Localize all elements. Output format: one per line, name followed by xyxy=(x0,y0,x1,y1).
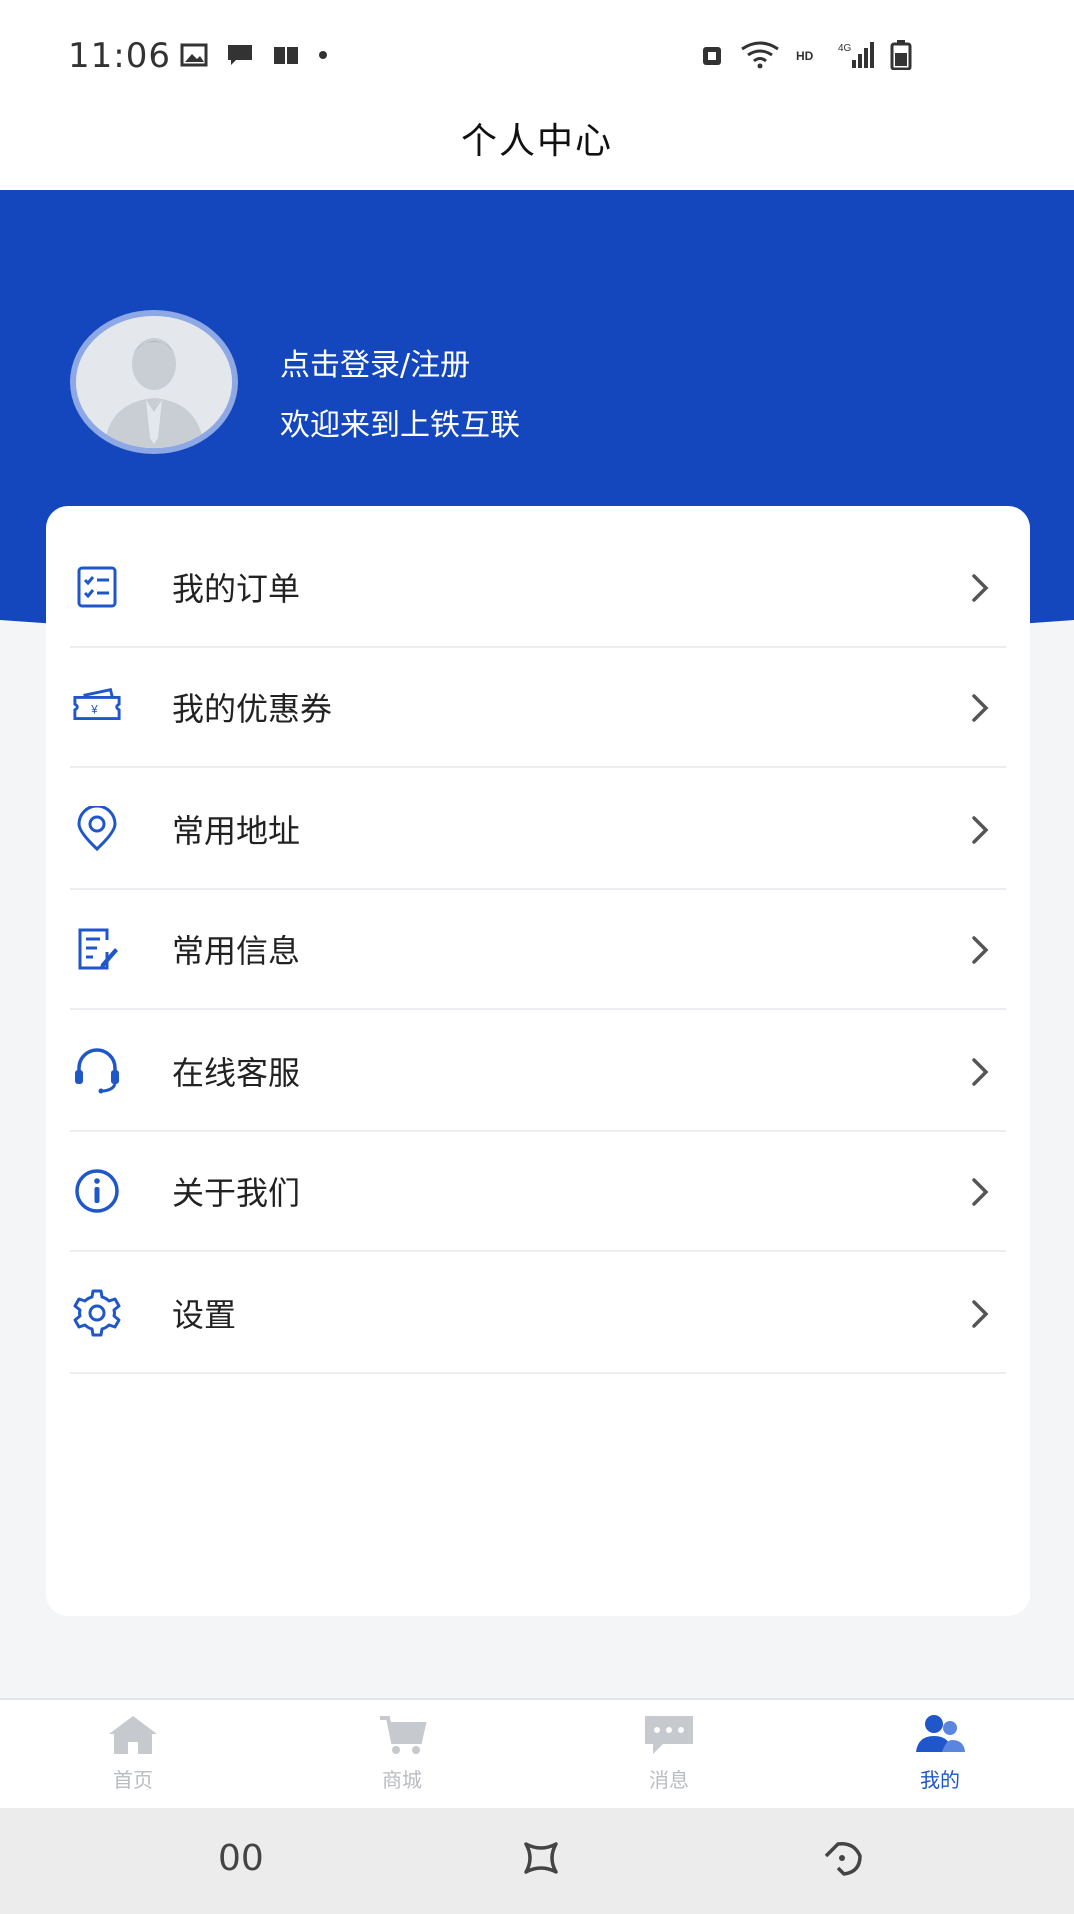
signal-4g-icon: 4G xyxy=(838,42,874,68)
menu-item-about[interactable]: 关于我们 xyxy=(70,1132,1006,1252)
chevron-right-icon xyxy=(972,1178,989,1206)
nav-label: 我的 xyxy=(920,1768,960,1792)
nav-label: 商城 xyxy=(382,1768,422,1792)
info-circle-icon xyxy=(72,1166,122,1216)
svg-text:¥: ¥ xyxy=(90,705,98,717)
svg-text:HD: HD xyxy=(796,49,814,63)
message-icon xyxy=(228,45,252,65)
menu-item-customer-service[interactable]: 在线客服 xyxy=(70,1012,1006,1132)
hd-icon: HD xyxy=(796,49,814,63)
order-list-icon xyxy=(72,562,122,612)
menu-item-label: 在线客服 xyxy=(172,1054,301,1092)
location-icon xyxy=(72,804,122,854)
menu-card: 我的订单 ¥ 我的优惠券 常用地址 常用信息 在线客服 关于我们 设置 xyxy=(46,506,1030,1616)
menu-item-label: 我的订单 xyxy=(172,570,301,608)
bottom-nav: 首页 商城 消息 我的 xyxy=(0,1698,1074,1808)
status-time: 11:06 xyxy=(68,36,171,76)
dot-icon xyxy=(319,51,327,59)
menu-item-label: 我的优惠券 xyxy=(172,690,333,728)
menu-item-label: 常用地址 xyxy=(172,812,301,850)
menu-item-coupons[interactable]: ¥ 我的优惠券 xyxy=(70,648,1006,768)
status-bar: 11:06 HD 4G xyxy=(0,0,1074,112)
title-bar: 个人中心 xyxy=(0,112,1074,192)
battery-icon xyxy=(890,40,912,70)
menu-item-label: 关于我们 xyxy=(172,1174,301,1212)
nav-item-home[interactable]: 首页 xyxy=(73,1712,193,1802)
info-edit-icon xyxy=(72,924,122,974)
image-icon xyxy=(180,43,208,67)
chevron-right-icon xyxy=(972,1300,989,1328)
chat-icon xyxy=(645,1716,693,1754)
menu-item-addresses[interactable]: 常用地址 xyxy=(70,770,1006,890)
svg-text:4G: 4G xyxy=(838,43,852,54)
menu-item-label: 常用信息 xyxy=(172,932,301,970)
system-nav-bar: 00 xyxy=(0,1808,1074,1914)
gear-icon xyxy=(72,1288,122,1338)
menu-item-settings[interactable]: 设置 xyxy=(70,1254,1006,1374)
alarm-icon xyxy=(703,47,721,65)
chevron-right-icon xyxy=(972,574,989,602)
home-icon xyxy=(109,1716,157,1754)
nav-label: 首页 xyxy=(113,1768,153,1792)
menu-item-orders[interactable]: 我的订单 xyxy=(70,528,1006,648)
nav-item-messages[interactable]: 消息 xyxy=(609,1712,729,1802)
wifi-icon xyxy=(741,41,779,69)
status-left-icons xyxy=(180,42,328,68)
users-icon xyxy=(916,1715,965,1752)
menu-item-label: 设置 xyxy=(172,1296,237,1334)
welcome-text: 欢迎来到上铁互联 xyxy=(280,408,520,443)
cart-icon xyxy=(380,1716,427,1754)
user-avatar-icon xyxy=(76,316,232,448)
coupon-icon: ¥ xyxy=(72,682,122,732)
nav-item-mine[interactable]: 我的 xyxy=(880,1712,1000,1802)
status-right-icons: HD 4G xyxy=(698,40,912,70)
home-shape-icon[interactable] xyxy=(518,1836,564,1880)
page-title: 个人中心 xyxy=(460,121,613,162)
avatar[interactable] xyxy=(70,310,238,454)
chevron-right-icon xyxy=(972,936,989,964)
menu-item-info[interactable]: 常用信息 xyxy=(70,890,1006,1010)
nav-label: 消息 xyxy=(649,1768,689,1792)
nav-item-mall[interactable]: 商城 xyxy=(342,1712,462,1802)
chevron-right-icon xyxy=(972,694,989,722)
chevron-right-icon xyxy=(972,816,989,844)
chevron-right-icon xyxy=(972,1058,989,1086)
login-register-link[interactable]: 点击登录/注册 xyxy=(280,340,470,384)
headset-icon xyxy=(72,1046,122,1096)
recent-apps-button[interactable]: 00 xyxy=(218,1838,264,1879)
back-icon[interactable] xyxy=(820,1836,866,1880)
book-icon xyxy=(274,47,298,64)
